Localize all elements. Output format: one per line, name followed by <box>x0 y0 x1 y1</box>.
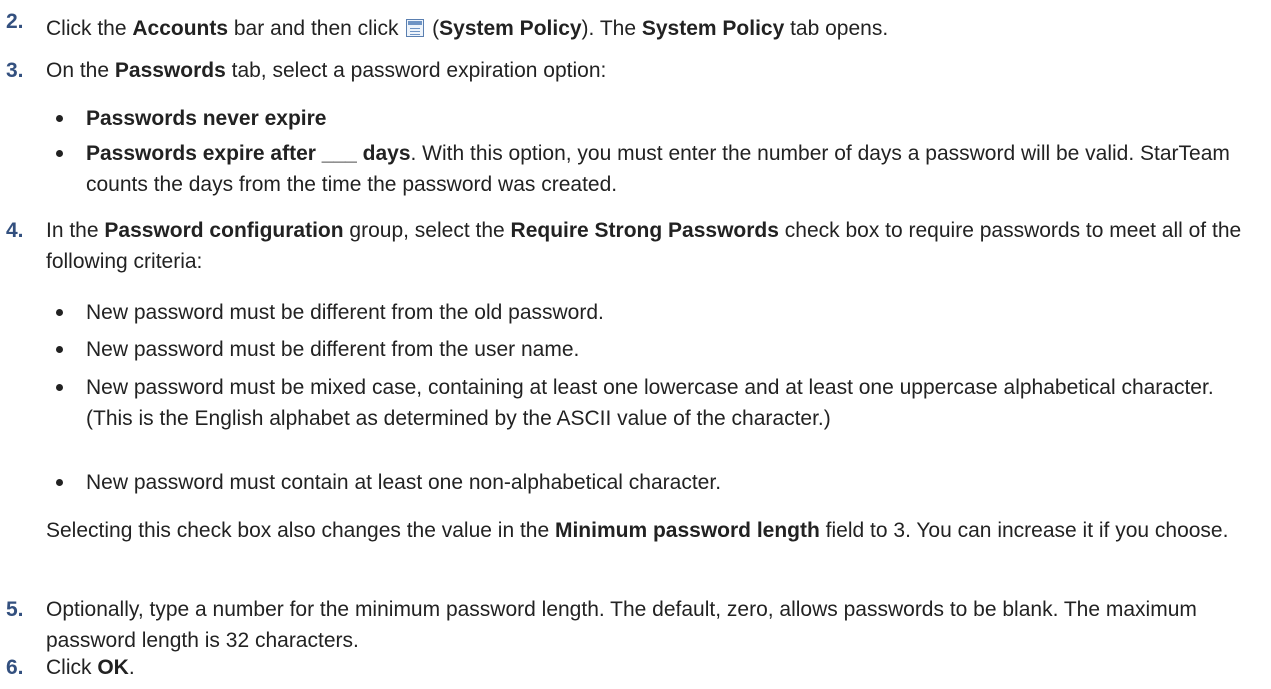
step-number: 5. <box>6 598 24 621</box>
step-4-note: Selecting this check box also changes th… <box>46 519 1229 542</box>
step-number: 6. <box>6 656 24 679</box>
step-text: Click the Accounts bar and then click (S… <box>46 17 889 40</box>
ok-button-ref: OK <box>97 656 129 679</box>
system-policy-icon <box>406 19 425 37</box>
procedure-document: 2. Click the Accounts bar and then click… <box>0 0 1271 689</box>
step-text: On the Passwords tab, select a password … <box>46 59 607 82</box>
list-item: Passwords never expire <box>56 107 327 130</box>
step-number: 2. <box>6 10 24 33</box>
step-number: 4. <box>6 219 24 242</box>
step-text: Click OK. <box>46 656 135 679</box>
step-text: Optionally, type a number for the minimu… <box>46 598 1197 652</box>
list-item: New password must be mixed case, contain… <box>56 376 1214 430</box>
list-item: Passwords expire after ___ days. With th… <box>56 142 1230 196</box>
list-item: New password must be different from the … <box>56 338 580 361</box>
step-text: In the Password configuration group, sel… <box>46 219 1242 273</box>
list-item: New password must contain at least one n… <box>56 471 722 494</box>
accounts-bar-ref: Accounts <box>132 17 229 40</box>
step-number: 3. <box>6 59 24 82</box>
list-item: New password must be different from the … <box>56 301 604 324</box>
